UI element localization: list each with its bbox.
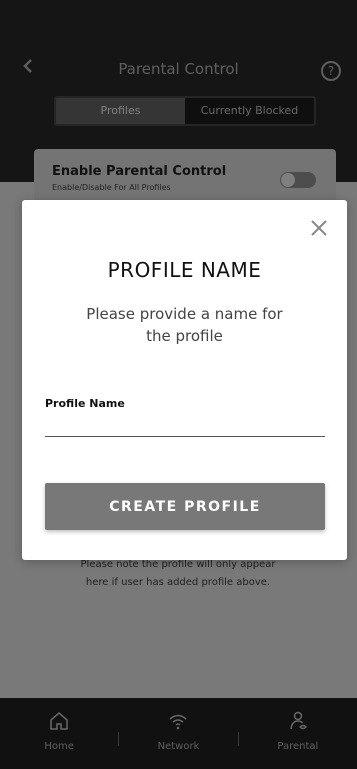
close-button[interactable]	[309, 218, 329, 238]
profile-name-label: Profile Name	[45, 397, 125, 410]
create-profile-button[interactable]: CREATE PROFILE	[45, 483, 325, 530]
close-icon	[311, 220, 327, 236]
dialog-title: PROFILE NAME	[107, 258, 262, 282]
profile-name-dialog: PROFILE NAME Please provide a name for t…	[22, 200, 347, 560]
profile-name-input[interactable]	[45, 415, 325, 437]
dialog-description: Please provide a name for the profile	[86, 305, 283, 345]
